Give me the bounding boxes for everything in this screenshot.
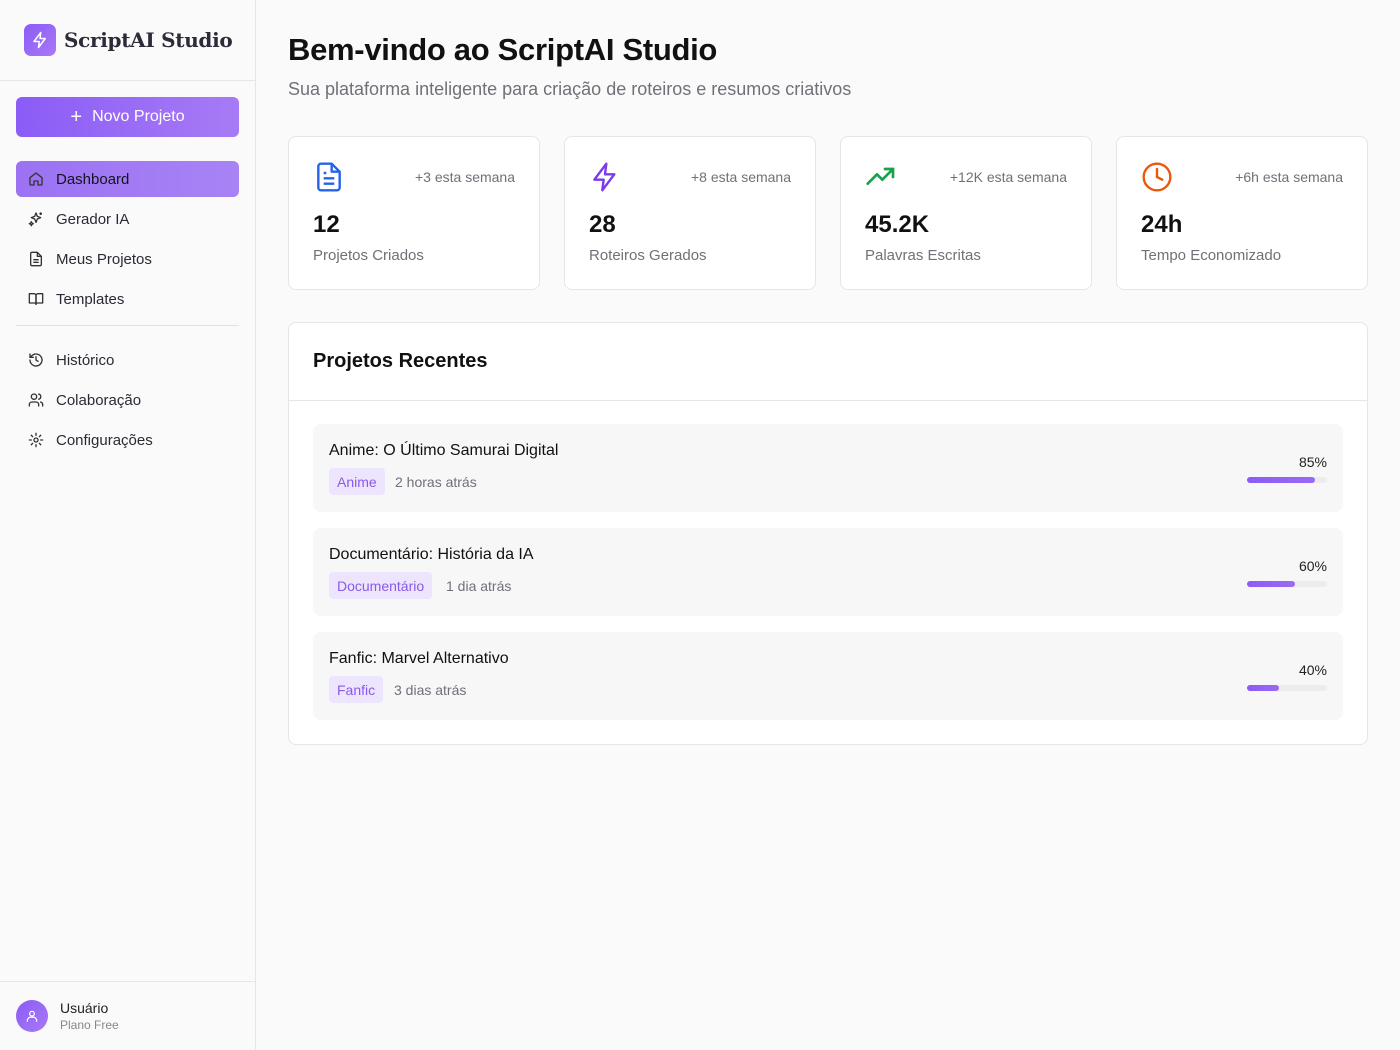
progress-bar <box>1247 685 1327 691</box>
list-item[interactable]: Fanfic: Marvel Alternativo Fanfic 3 dias… <box>313 632 1343 720</box>
project-tag: Fanfic <box>329 676 384 703</box>
sidebar-item-label: Histórico <box>56 351 115 369</box>
user-name: Usuário <box>60 1000 109 1016</box>
project-title: Documentário: História da IA <box>329 546 534 563</box>
sidebar-item-gerador-ia[interactable]: Gerador IA <box>16 201 239 237</box>
plus-icon: + <box>70 106 83 128</box>
stat-delta: +3 esta semana <box>414 169 515 185</box>
progress-fill <box>1247 581 1295 587</box>
list-item[interactable]: Documentário: História da IA Documentári… <box>313 528 1343 616</box>
stat-delta: +8 esta semana <box>690 169 791 185</box>
sidebar-item-dashboard[interactable]: Dashboard <box>16 161 239 197</box>
brand[interactable]: ScriptAI Studio <box>0 0 255 81</box>
stat-value: 28 <box>589 211 616 238</box>
lightning-logo-icon <box>24 24 56 56</box>
brand-name: ScriptAI Studio <box>64 28 233 52</box>
stat-card-roteiros: +8 esta semana 28 Roteiros Gerados <box>564 136 816 290</box>
gear-icon <box>28 432 44 448</box>
sidebar-item-colaboracao[interactable]: Colaboração <box>16 382 239 418</box>
project-time: 3 dias atrás <box>394 682 467 698</box>
secondary-nav: Histórico Colaboração Configurações <box>16 342 239 462</box>
stat-value: 45.2K <box>865 211 930 238</box>
sidebar-item-label: Dashboard <box>56 170 130 188</box>
stat-label: Projetos Criados <box>313 247 424 264</box>
sidebar-item-label: Gerador IA <box>56 210 130 228</box>
new-project-label: Novo Projeto <box>92 108 185 125</box>
sidebar-item-label: Templates <box>56 290 125 308</box>
stat-delta: +12K esta semana <box>949 169 1067 185</box>
project-tag: Anime <box>329 468 385 495</box>
primary-nav: Dashboard Gerador IA Meus Projetos Templ… <box>16 161 239 321</box>
progress-percent: 40% <box>1298 662 1327 678</box>
stat-card-projetos: +3 esta semana 12 Projetos Criados <box>288 136 540 290</box>
history-icon <box>28 352 44 368</box>
project-tag: Documentário <box>329 572 433 599</box>
avatar <box>16 1000 48 1032</box>
project-time: 2 horas atrás <box>395 474 477 490</box>
sidebar-item-meus-projetos[interactable]: Meus Projetos <box>16 241 239 277</box>
stat-label: Palavras Escritas <box>865 247 981 264</box>
sidebar-item-historico[interactable]: Histórico <box>16 342 239 378</box>
page-title: Bem-vindo ao ScriptAI Studio <box>288 32 718 67</box>
stat-delta: +6h esta semana <box>1235 169 1343 185</box>
home-icon <box>28 171 44 187</box>
progress-percent: 60% <box>1298 558 1327 574</box>
user-profile[interactable]: Usuário Plano Free <box>0 981 255 1050</box>
project-time: 1 dia atrás <box>446 578 512 594</box>
clock-icon <box>1141 161 1173 193</box>
progress-bar <box>1247 581 1327 587</box>
user-plan: Plano Free <box>60 1018 119 1032</box>
stat-card-tempo: +6h esta semana 24h Tempo Economizado <box>1116 136 1368 290</box>
stat-value: 24h <box>1141 211 1183 238</box>
user-icon <box>26 1010 38 1022</box>
sidebar-item-configuracoes[interactable]: Configurações <box>16 422 239 458</box>
stat-value: 12 <box>313 211 340 238</box>
sidebar: ScriptAI Studio + Novo Projeto Dashboard… <box>0 0 256 1050</box>
new-project-button[interactable]: + Novo Projeto <box>16 97 239 137</box>
sidebar-item-label: Configurações <box>56 431 153 449</box>
project-title: Anime: O Último Samurai Digital <box>329 442 559 459</box>
file-icon <box>28 251 44 267</box>
users-icon <box>28 392 44 408</box>
document-icon <box>313 161 345 193</box>
lightning-icon <box>589 161 621 193</box>
stat-card-palavras: +12K esta semana 45.2K Palavras Escritas <box>840 136 1092 290</box>
sparkles-icon <box>28 211 44 227</box>
page-subtitle: Sua plataforma inteligente para criação … <box>288 79 852 99</box>
progress-bar <box>1247 477 1327 483</box>
sidebar-item-label: Meus Projetos <box>56 250 152 268</box>
nav-divider <box>16 325 239 326</box>
book-icon <box>28 291 44 307</box>
stat-label: Tempo Economizado <box>1141 247 1282 264</box>
sidebar-item-templates[interactable]: Templates <box>16 281 239 317</box>
progress-fill <box>1247 685 1279 691</box>
project-title: Fanfic: Marvel Alternativo <box>329 650 509 667</box>
progress-percent: 85% <box>1298 454 1327 470</box>
stat-label: Roteiros Gerados <box>589 247 707 264</box>
main-content: Bem-vindo ao ScriptAI Studio Sua platafo… <box>256 0 1400 1050</box>
trending-up-icon <box>865 161 897 193</box>
recent-projects-card: Projetos Recentes Anime: O Último Samura… <box>288 322 1368 745</box>
sidebar-item-label: Colaboração <box>56 391 142 409</box>
recent-projects-title: Projetos Recentes <box>289 323 1367 401</box>
progress-fill <box>1247 477 1315 483</box>
list-item[interactable]: Anime: O Último Samurai Digital Anime 2 … <box>313 424 1343 512</box>
